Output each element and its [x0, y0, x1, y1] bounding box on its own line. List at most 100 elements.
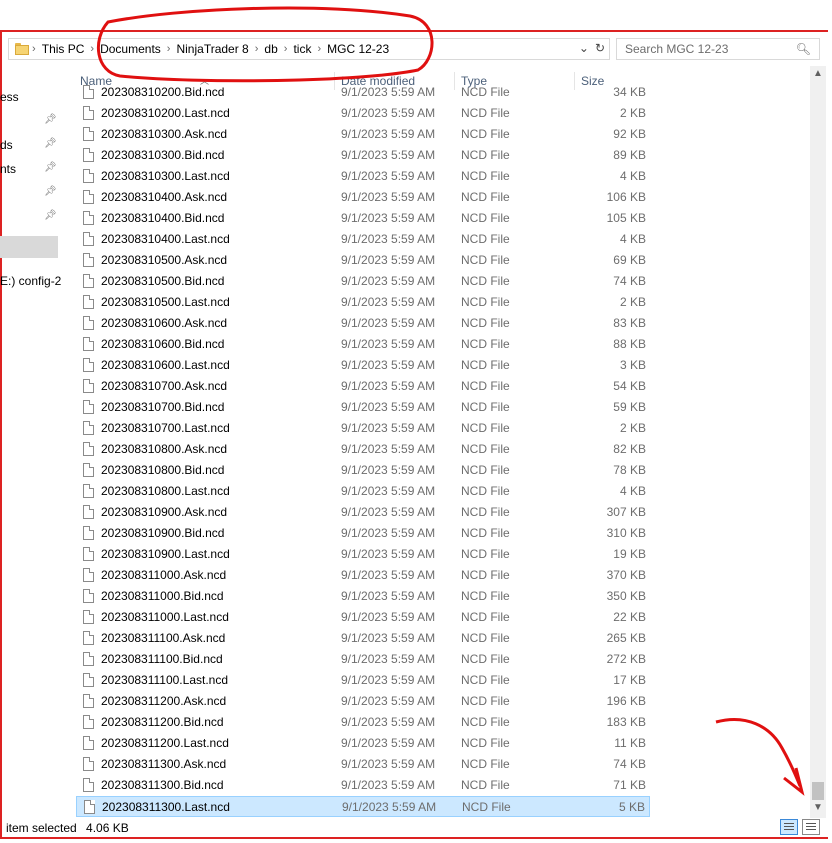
chevron-right-icon[interactable]: › — [29, 43, 36, 55]
vertical-scrollbar[interactable]: ▲ ▼ — [810, 66, 826, 818]
file-name: 202308310600.Last.ncd — [101, 358, 230, 372]
file-icon — [83, 106, 94, 120]
file-row[interactable]: 202308310200.Bid.ncd 9/1/2023 5:59 AM NCD … — [76, 82, 650, 103]
file-row[interactable]: 202308310500.Last.ncd 9/1/2023 5:59 AM NCD… — [76, 292, 650, 313]
file-icon — [83, 652, 94, 666]
file-row[interactable]: 202308310500.Bid.ncd 9/1/2023 5:59 AM NCD … — [76, 271, 650, 292]
file-row[interactable]: 202308310300.Ask.ncd 9/1/2023 5:59 AM NCD … — [76, 124, 650, 145]
breadcrumb-documents[interactable]: Documents — [94, 42, 167, 56]
file-row[interactable]: 202308311200.Last.ncd 9/1/2023 5:59 AM NCD… — [76, 733, 650, 754]
scroll-up-arrow-icon[interactable]: ▲ — [810, 68, 826, 82]
file-icon — [83, 232, 94, 246]
file-row[interactable]: 202308310600.Last.ncd 9/1/2023 5:59 AM NCD… — [76, 355, 650, 376]
file-size: 196 KB — [606, 694, 646, 708]
file-icon — [83, 673, 94, 687]
file-row[interactable]: 202308310300.Last.ncd 9/1/2023 5:59 AM NCD… — [76, 166, 650, 187]
file-date: 9/1/2023 5:59 AM — [341, 190, 436, 204]
file-name: 202308310600.Bid.ncd — [101, 337, 225, 351]
file-date: 9/1/2023 5:59 AM — [341, 85, 436, 99]
file-size: 105 KB — [606, 211, 646, 225]
nav-item-quick-access[interactable]: ess — [0, 90, 19, 104]
file-row[interactable]: 202308311300.Bid.ncd 9/1/2023 5:59 AM NCD … — [76, 775, 650, 796]
file-row[interactable]: 202308310900.Last.ncd 9/1/2023 5:59 AM NCD… — [76, 544, 650, 565]
file-size: 2 KB — [619, 106, 646, 120]
file-row[interactable]: 202308310400.Last.ncd 9/1/2023 5:59 AM NCD… — [76, 229, 650, 250]
breadcrumb-tick[interactable]: tick — [287, 42, 317, 56]
file-size: 4 KB — [619, 484, 646, 498]
file-row[interactable]: 202308310400.Bid.ncd 9/1/2023 5:59 AM NCD … — [76, 208, 650, 229]
file-icon — [83, 85, 94, 99]
file-name: 202308310700.Last.ncd — [101, 421, 230, 435]
file-name: 202308310500.Bid.ncd — [101, 274, 225, 288]
file-date: 9/1/2023 5:59 AM — [341, 211, 436, 225]
chevron-down-icon[interactable]: ⌄ — [579, 41, 589, 55]
breadcrumb-current-folder[interactable]: MGC 12-23 — [321, 42, 395, 56]
file-size: 2 KB — [619, 295, 646, 309]
file-row[interactable]: 202308310700.Last.ncd 9/1/2023 5:59 AM NCD… — [76, 418, 650, 439]
large-icons-view-icon[interactable] — [802, 819, 820, 835]
address-bar[interactable]: › This PC › Documents › NinjaTrader 8 › … — [8, 38, 610, 60]
file-type: NCD File — [461, 148, 510, 162]
file-size: 89 KB — [613, 148, 646, 162]
file-name: 202308311300.Ask.ncd — [101, 757, 227, 771]
breadcrumb-this-pc[interactable]: This PC — [36, 42, 91, 56]
file-row[interactable]: 202308310900.Ask.ncd 9/1/2023 5:59 AM NCD … — [76, 502, 650, 523]
file-type: NCD File — [461, 190, 510, 204]
file-type: NCD File — [461, 169, 510, 183]
status-bar: item selected 4.06 KB — [6, 821, 135, 835]
address-toolbar: › This PC › Documents › NinjaTrader 8 › … — [4, 38, 828, 62]
file-row[interactable]: 202308311000.Bid.ncd 9/1/2023 5:59 AM NCD … — [76, 586, 650, 607]
file-name: 202308311100.Ask.ncd — [101, 631, 226, 645]
file-row[interactable]: 202308311000.Ask.ncd 9/1/2023 5:59 AM NCD … — [76, 565, 650, 586]
file-row[interactable]: 202308310800.Ask.ncd 9/1/2023 5:59 AM NCD … — [76, 439, 650, 460]
nav-item-selected[interactable] — [0, 236, 58, 258]
file-icon — [83, 442, 94, 456]
nav-item-drive-e[interactable]: E:) config-2 — [0, 274, 61, 288]
file-date: 9/1/2023 5:59 AM — [341, 337, 436, 351]
navigation-pane: ess 📌︎ ds 📌︎ nts 📌︎ 📌︎ 📌︎ E:) config-2 — [0, 78, 62, 798]
file-size: 4 KB — [619, 169, 646, 183]
file-row[interactable]: 202308311200.Ask.ncd 9/1/2023 5:59 AM NCD … — [76, 691, 650, 712]
file-name: 202308311200.Last.ncd — [101, 736, 229, 750]
details-view-icon[interactable] — [780, 819, 798, 835]
file-type: NCD File — [461, 631, 510, 645]
file-row[interactable]: 202308311100.Bid.ncd 9/1/2023 5:59 AM NCD … — [76, 649, 650, 670]
scrollbar-thumb[interactable] — [812, 782, 824, 800]
file-row[interactable]: 202308311300.Ask.ncd 9/1/2023 5:59 AM NCD … — [76, 754, 650, 775]
file-row[interactable]: 202308311100.Ask.ncd 9/1/2023 5:59 AM NCD … — [76, 628, 650, 649]
file-type: NCD File — [461, 568, 510, 582]
breadcrumb-db[interactable]: db — [258, 42, 283, 56]
nav-item-downloads[interactable]: ds — [0, 138, 13, 152]
file-row[interactable]: 202308310200.Last.ncd 9/1/2023 5:59 AM NCD… — [76, 103, 650, 124]
file-row[interactable]: 202308310500.Ask.ncd 9/1/2023 5:59 AM NCD … — [76, 250, 650, 271]
file-row[interactable]: 202308310900.Bid.ncd 9/1/2023 5:59 AM NCD … — [76, 523, 650, 544]
file-row[interactable]: 202308311000.Last.ncd 9/1/2023 5:59 AM NCD… — [76, 607, 650, 628]
file-row[interactable]: 202308311300.Last.ncd 9/1/2023 5:59 AM NCD… — [76, 796, 650, 817]
file-size: 106 KB — [606, 190, 646, 204]
file-name: 202308310900.Last.ncd — [101, 547, 230, 561]
pin-icon: 📌︎ — [44, 114, 57, 125]
search-input[interactable]: Search MGC 12-23 🔍︎ — [616, 38, 820, 60]
breadcrumb-ninjatrader[interactable]: NinjaTrader 8 — [170, 42, 254, 56]
file-row[interactable]: 202308310600.Ask.ncd 9/1/2023 5:59 AM NCD … — [76, 313, 650, 334]
file-icon — [83, 547, 94, 561]
file-row[interactable]: 202308310700.Bid.ncd 9/1/2023 5:59 AM NCD … — [76, 397, 650, 418]
file-row[interactable]: 202308310800.Bid.ncd 9/1/2023 5:59 AM NCD … — [76, 460, 650, 481]
file-row[interactable]: 202308311100.Last.ncd 9/1/2023 5:59 AM NCD… — [76, 670, 650, 691]
refresh-icon[interactable]: ↻ — [595, 41, 605, 55]
file-date: 9/1/2023 5:59 AM — [341, 568, 436, 582]
file-size: 272 KB — [606, 652, 646, 666]
file-row[interactable]: 202308310800.Last.ncd 9/1/2023 5:59 AM NCD… — [76, 481, 650, 502]
file-name: 202308311000.Bid.ncd — [101, 589, 224, 603]
file-row[interactable]: 202308310400.Ask.ncd 9/1/2023 5:59 AM NCD … — [76, 187, 650, 208]
scroll-down-arrow-icon[interactable]: ▼ — [810, 802, 826, 816]
file-row[interactable]: 202308310600.Bid.ncd 9/1/2023 5:59 AM NCD … — [76, 334, 650, 355]
file-row[interactable]: 202308310700.Ask.ncd 9/1/2023 5:59 AM NCD … — [76, 376, 650, 397]
file-row[interactable]: 202308310300.Bid.ncd 9/1/2023 5:59 AM NCD … — [76, 145, 650, 166]
file-date: 9/1/2023 5:59 AM — [341, 652, 436, 666]
folder-icon — [15, 43, 29, 55]
nav-item-documents[interactable]: nts — [0, 162, 16, 176]
search-icon[interactable]: 🔍︎ — [796, 42, 811, 56]
file-row[interactable]: 202308311200.Bid.ncd 9/1/2023 5:59 AM NCD … — [76, 712, 650, 733]
file-icon — [83, 757, 94, 771]
